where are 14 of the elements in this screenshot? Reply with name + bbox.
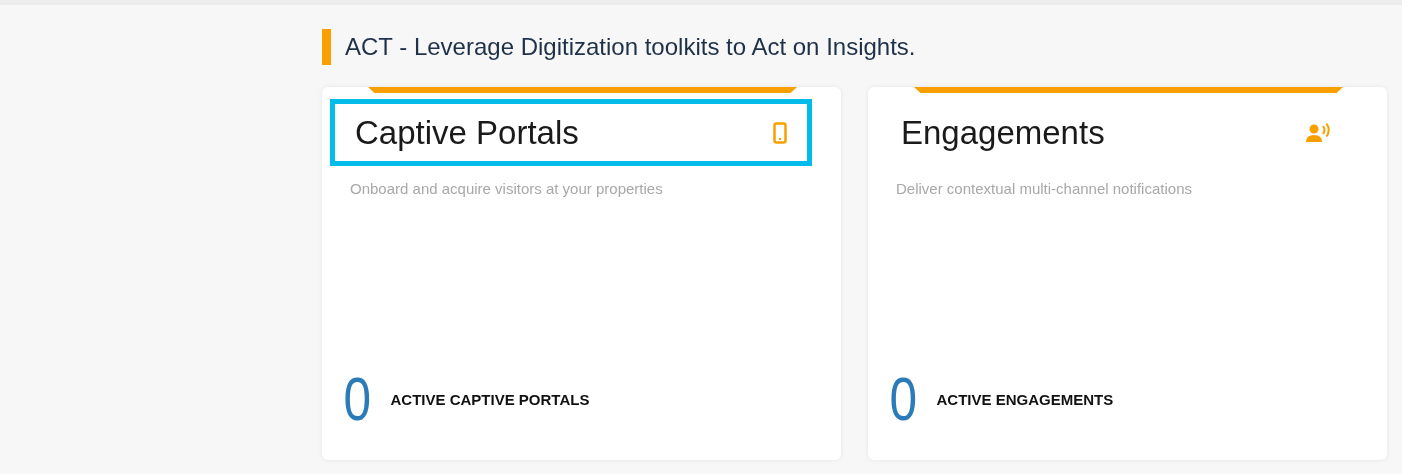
card-title: Captive Portals	[355, 113, 579, 152]
toolkit-card[interactable]: Captive Portals Onboard and acquire visitors at your properties 0 ACTIVE CAPTIVE PORTALS	[322, 87, 841, 460]
count-label: ACTIVE CAPTIVE PORTALS	[390, 390, 590, 408]
person-speaking-icon	[1305, 121, 1333, 144]
toolkit-card[interactable]: Engagements Deliver contextual multi-channel notifications 0 ACTIVE ENGAGEMENTS	[868, 87, 1387, 460]
card-title: Engagements	[901, 113, 1105, 152]
section-title: ACT - Leverage Digitization toolkits to Act on Insights.	[345, 33, 916, 61]
count-label: ACTIVE ENGAGEMENTS	[936, 390, 1114, 408]
card-description: Onboard and acquire visitors at your properties	[350, 180, 664, 197]
accent-bar	[322, 29, 331, 65]
phone-icon	[773, 121, 787, 144]
card-description: Deliver contextual multi-channel notifications	[896, 180, 1193, 197]
active-count: 0	[343, 368, 372, 430]
active-count: 0	[889, 368, 918, 430]
